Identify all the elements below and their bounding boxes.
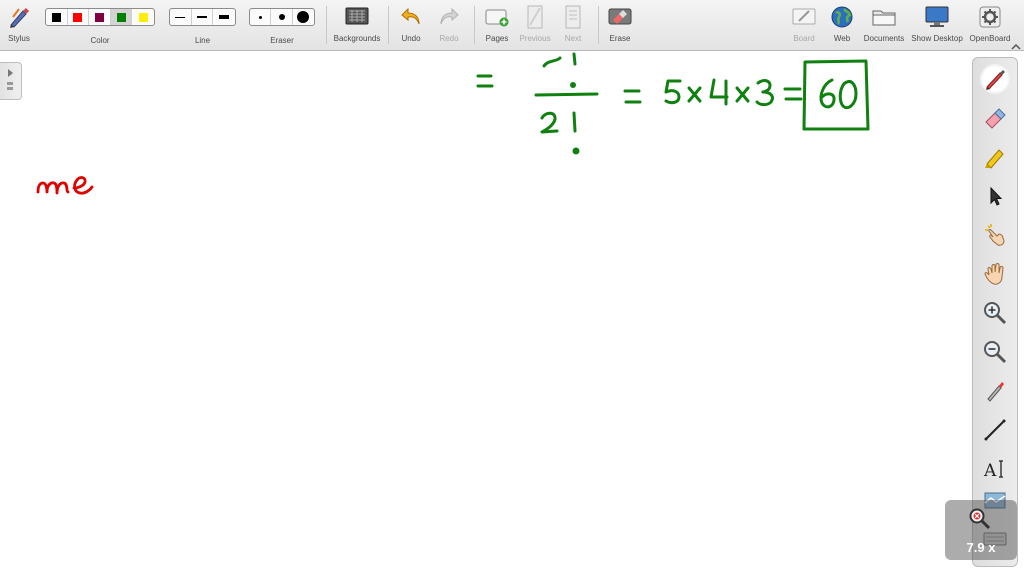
color-swatch-yellow[interactable] <box>132 9 154 25</box>
zoom-level-text: 7.9 x <box>966 540 996 555</box>
line-icon <box>984 419 1006 441</box>
next-label: Next <box>564 34 582 43</box>
marker-tool[interactable] <box>980 142 1010 172</box>
line-width-medium[interactable] <box>192 9 214 25</box>
pages-button[interactable]: Pages <box>482 4 512 48</box>
text-tool[interactable]: A <box>980 454 1010 484</box>
web-label: Web <box>833 34 851 43</box>
zoom-out-tool[interactable] <box>980 337 1010 367</box>
pages-label: Pages <box>485 34 509 43</box>
highlighter-icon <box>985 149 1004 169</box>
add-page-icon <box>484 4 510 30</box>
text-icon: A <box>983 460 1003 481</box>
eraser-tool[interactable] <box>980 103 1010 133</box>
erase-button[interactable]: Erase <box>606 4 634 48</box>
interact-tool[interactable] <box>980 220 1010 250</box>
pen-tool[interactable] <box>980 64 1010 94</box>
undo-label: Undo <box>401 34 421 43</box>
backgrounds-label: Backgrounds <box>333 34 381 43</box>
hand-tool[interactable] <box>980 259 1010 289</box>
stylus-palette: A <box>972 57 1018 567</box>
previous-page-button[interactable]: Previous <box>518 4 552 48</box>
svg-text:A: A <box>983 461 997 481</box>
color-palette <box>45 8 155 26</box>
open-hand-icon <box>984 263 1004 285</box>
redo-arrow-icon <box>436 4 462 30</box>
zoom-in-tool[interactable] <box>980 298 1010 328</box>
eraser-size-selector <box>249 8 315 26</box>
arrow-pointer-icon <box>990 186 1003 206</box>
toolbar-separator <box>474 6 475 44</box>
zoom-magnifier-icon <box>969 508 991 530</box>
eraser-size-medium[interactable] <box>271 9 293 25</box>
openboard-label: OpenBoard <box>969 34 1011 43</box>
show-desktop-label: Show Desktop <box>911 34 963 43</box>
handwritten-note-me <box>36 176 94 195</box>
selector-tool[interactable] <box>980 181 1010 211</box>
collapse-toolbar-icon[interactable] <box>1011 38 1021 50</box>
line-width-thick[interactable] <box>213 9 235 25</box>
pen-icon <box>986 70 1005 90</box>
eraser-label: Eraser <box>270 36 294 45</box>
previous-label: Previous <box>519 34 551 43</box>
previous-page-icon <box>522 4 548 30</box>
pointing-hand-icon <box>985 224 1005 246</box>
toolbar-separator <box>388 6 389 44</box>
stylus-icon <box>6 4 32 30</box>
board-icon <box>791 4 817 30</box>
web-mode-button[interactable]: Web <box>828 4 856 48</box>
next-page-icon <box>560 4 586 30</box>
line-width-selector <box>169 8 236 26</box>
backgrounds-grid-icon <box>344 4 370 30</box>
redo-label: Redo <box>439 34 459 43</box>
handwritten-equation <box>476 52 870 155</box>
color-label: Color <box>90 36 110 45</box>
main-toolbar: Stylus Color Line Eraser Backgrounds Und… <box>0 0 1024 51</box>
redo-button[interactable]: Redo <box>436 4 462 48</box>
laser-pointer-icon <box>987 382 1004 402</box>
stylus-button[interactable]: Stylus <box>4 4 34 48</box>
color-swatch-black[interactable] <box>46 9 68 25</box>
line-width-thin[interactable] <box>170 9 192 25</box>
globe-icon <box>829 4 855 30</box>
stylus-label: Stylus <box>8 34 30 43</box>
erase-board-icon <box>607 4 633 30</box>
zoom-indicator: 7.9 x <box>945 500 1017 560</box>
eraser-size-small[interactable] <box>250 9 272 25</box>
undo-button[interactable]: Undo <box>398 4 424 48</box>
next-page-button[interactable]: Next <box>560 4 586 48</box>
zoom-in-icon <box>984 302 1007 325</box>
toolbar-separator <box>326 6 327 44</box>
whiteboard-canvas[interactable] <box>0 52 1024 576</box>
toolbar-separator <box>598 6 599 44</box>
undo-arrow-icon <box>398 4 424 30</box>
documents-label: Documents <box>863 34 905 43</box>
show-desktop-button[interactable]: Show Desktop <box>910 4 964 48</box>
color-swatch-red[interactable] <box>68 9 90 25</box>
desktop-monitor-icon <box>924 4 950 30</box>
eraser-icon <box>985 108 1006 129</box>
line-label: Line <box>194 36 211 45</box>
zoom-out-icon <box>984 341 1007 364</box>
erase-label: Erase <box>609 34 631 43</box>
gear-icon <box>977 4 1003 30</box>
color-swatch-purple[interactable] <box>89 9 111 25</box>
backgrounds-button[interactable]: Backgrounds <box>332 4 382 48</box>
color-swatch-green[interactable] <box>110 9 133 25</box>
eraser-size-large[interactable] <box>293 9 314 25</box>
board-mode-button[interactable]: Board <box>790 4 818 48</box>
laser-pointer-tool[interactable] <box>980 376 1010 406</box>
folder-icon <box>871 4 897 30</box>
documents-mode-button[interactable]: Documents <box>862 4 906 48</box>
board-label: Board <box>793 34 815 43</box>
openboard-menu-button[interactable]: OpenBoard <box>968 4 1012 48</box>
line-tool[interactable] <box>980 415 1010 445</box>
